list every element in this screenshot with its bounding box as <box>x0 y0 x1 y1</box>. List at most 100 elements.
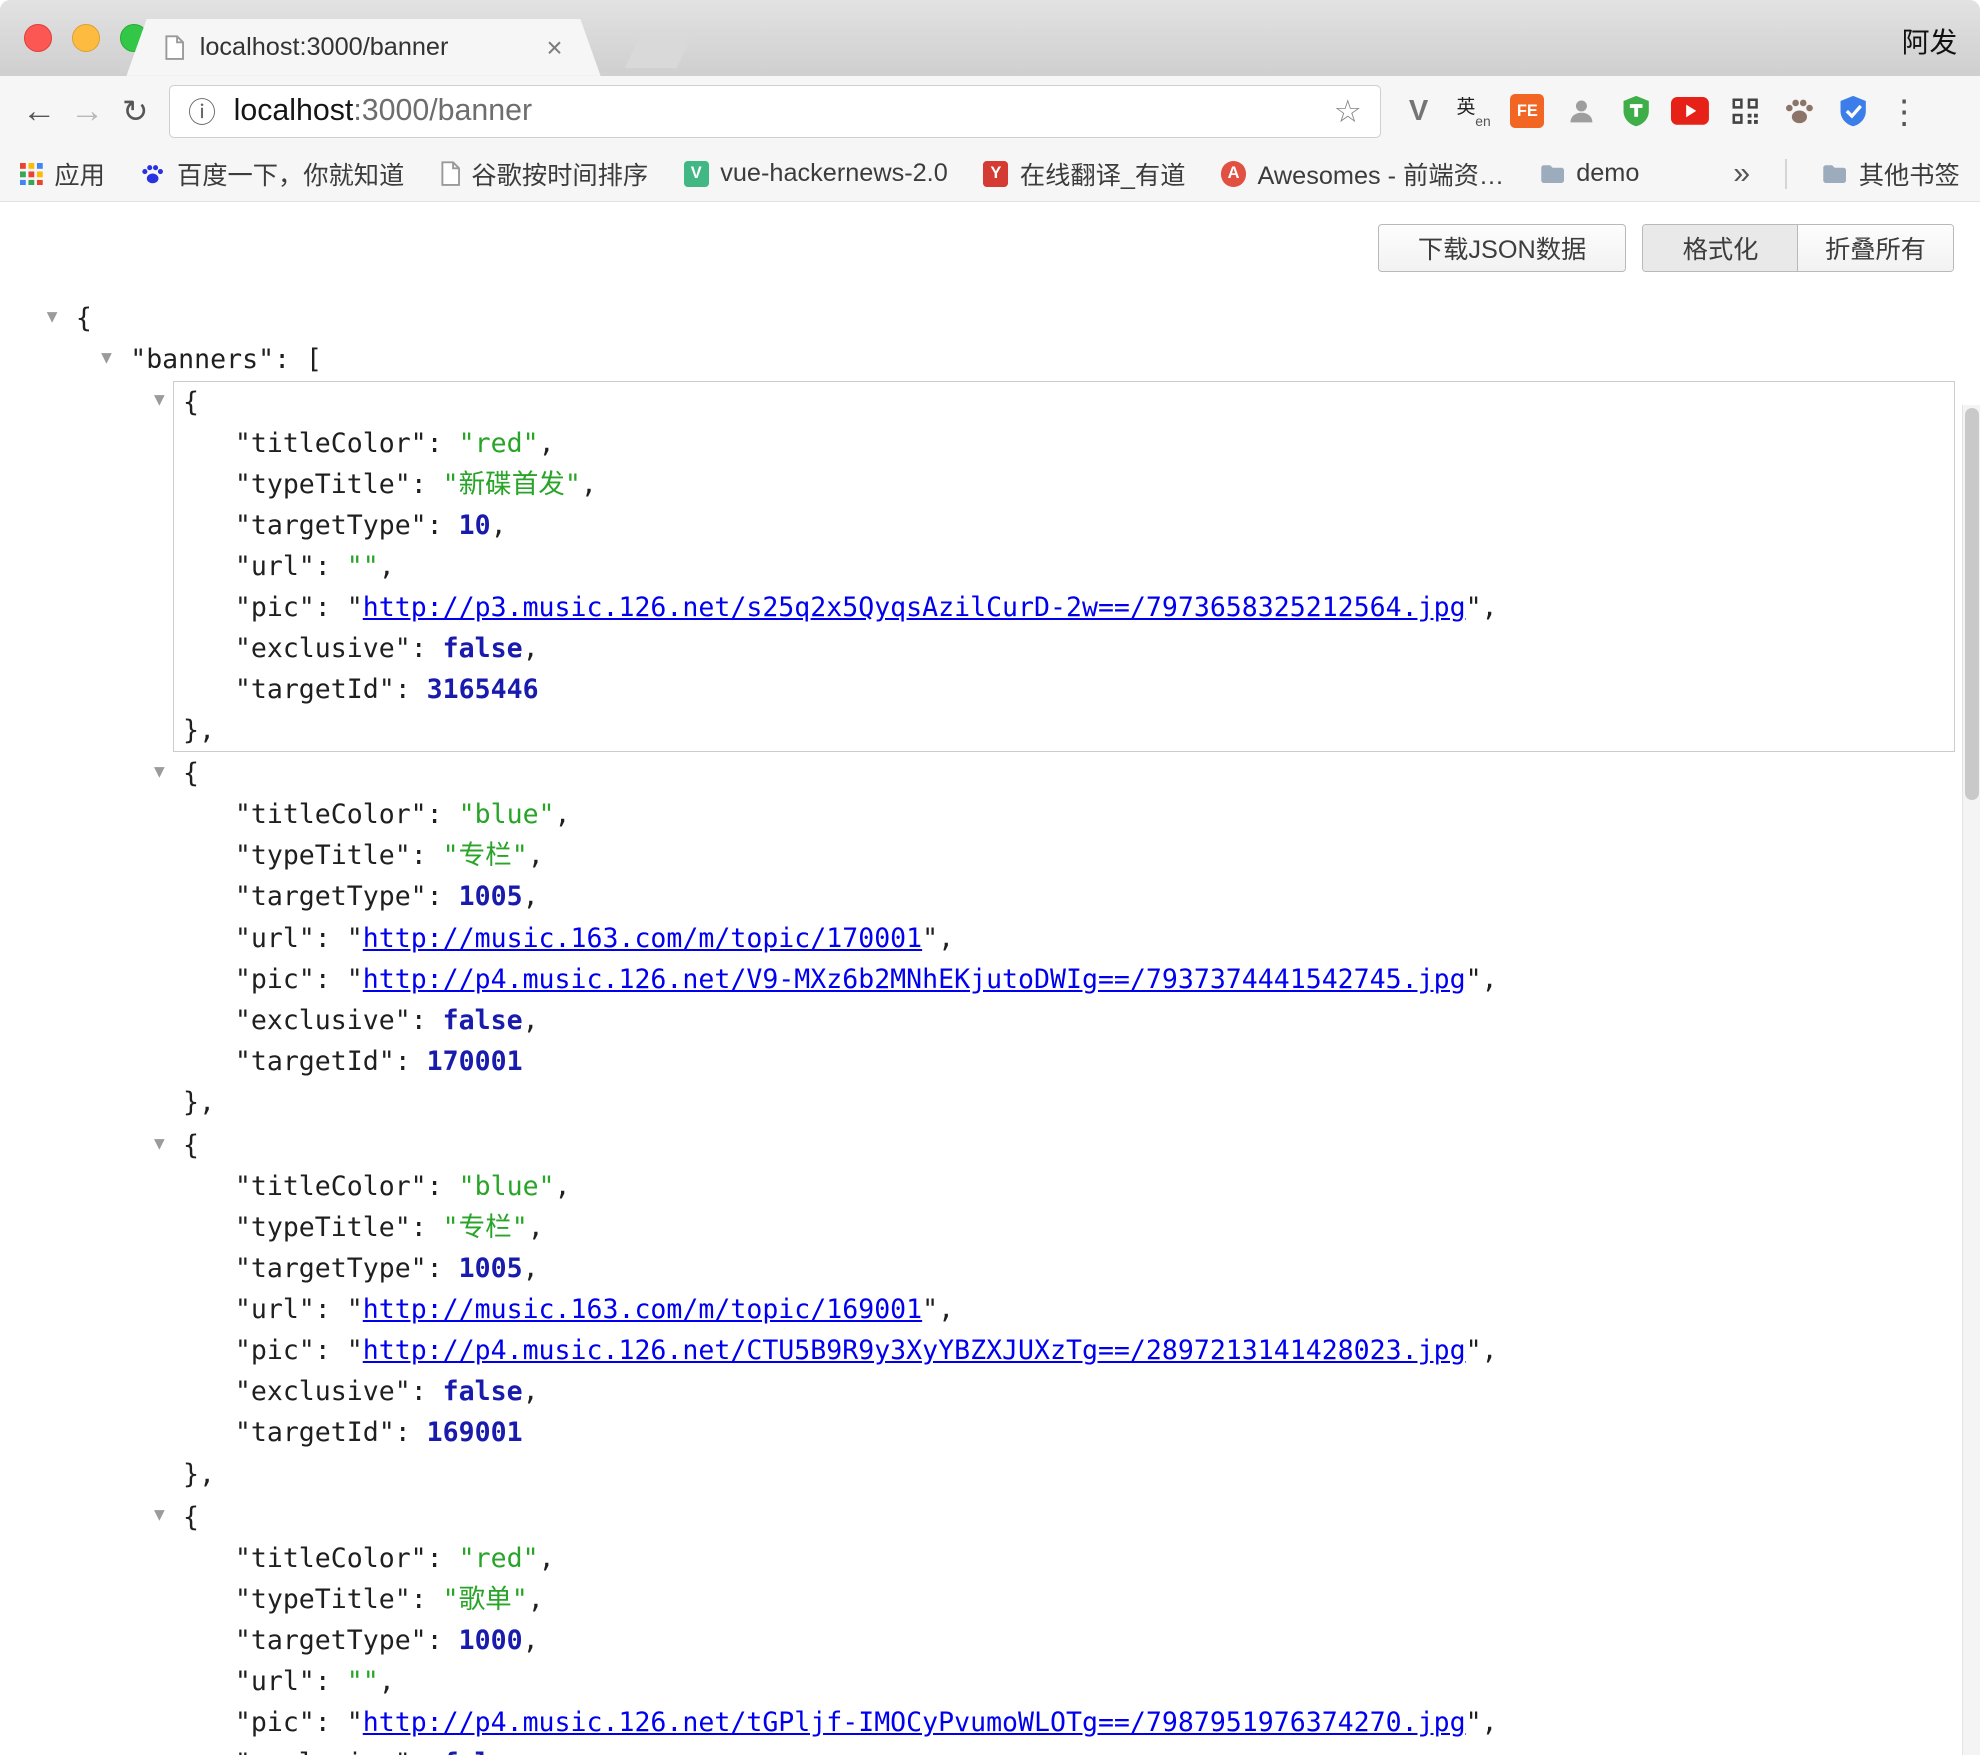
json-key: "banners" <box>130 344 274 375</box>
close-window-button[interactable] <box>24 24 52 52</box>
paw-extension-icon[interactable] <box>1779 91 1819 131</box>
translate-extension-icon[interactable]: 英en <box>1453 91 1493 131</box>
json-line-url: "url": "http://music.163.com/m/topic/170… <box>235 918 1954 959</box>
json-number-value: 1005 <box>459 1253 523 1284</box>
url-text[interactable]: localhost:3000/banner <box>234 94 532 128</box>
bookmark-baidu[interactable]: 百度一下，你就知道 <box>140 156 404 192</box>
bookmark-label: Awesomes - 前端资… <box>1258 156 1505 192</box>
json-line-pic: "pic": "http://p4.music.126.net/V9-MXz6b… <box>235 959 1954 1000</box>
collapse-toggle-icon[interactable]: ▼ <box>154 766 165 780</box>
json-line-titleColor: "titleColor": "blue", <box>235 794 1954 835</box>
json-line-typeTitle: "typeTitle": "新碟首发", <box>235 464 1954 505</box>
forward-button[interactable]: → <box>63 92 111 131</box>
browser-tab[interactable]: localhost:3000/banner × <box>126 19 600 76</box>
json-url-link[interactable]: http://music.163.com/m/topic/169001 <box>363 1294 922 1325</box>
json-url-link[interactable]: http://music.163.com/m/topic/170001 <box>363 923 922 954</box>
other-bookmarks-label: 其他书签 <box>1859 156 1960 192</box>
scrollbar-thumb[interactable] <box>1965 408 1979 800</box>
qr-code-extension-icon[interactable] <box>1725 91 1765 131</box>
minimize-window-button[interactable] <box>72 24 100 52</box>
json-string-value: "" <box>347 1666 379 1697</box>
profile-name[interactable]: 阿发 <box>1902 21 1958 61</box>
json-url-link[interactable]: http://p4.music.126.net/V9-MXz6b2MNhEKju… <box>363 964 1466 995</box>
close-tab-icon[interactable]: × <box>546 34 562 62</box>
format-button[interactable]: 格式化 <box>1643 225 1797 271</box>
fe-extension-icon[interactable]: FE <box>1507 91 1547 131</box>
back-button[interactable]: ← <box>15 92 63 131</box>
json-banners-key: ▼"banners": [ <box>130 339 1962 380</box>
person-extension-icon[interactable] <box>1561 91 1601 131</box>
json-object-banner-2: ▼{ "titleColor": "blue", "typeTitle": "专… <box>173 1124 1955 1496</box>
bookmark-awesomes[interactable]: AAwesomes - 前端资… <box>1221 156 1504 192</box>
bookmark-demo-folder[interactable]: demo <box>1540 159 1640 188</box>
green-shield-extension-icon[interactable] <box>1616 91 1656 131</box>
collapse-toggle-icon[interactable]: ▼ <box>47 311 58 325</box>
page-favicon-icon <box>164 35 184 60</box>
toolbar: ← → ↻ ⓘ localhost:3000/banner ☆ V 英en FE… <box>0 76 1980 147</box>
json-line-targetType: "targetType": 1005, <box>235 876 1954 917</box>
bookmark-label: 谷歌按时间排序 <box>471 156 648 192</box>
vertical-scrollbar[interactable] <box>1962 405 1980 1755</box>
url-host: localhost <box>234 94 354 127</box>
vimium-extension-icon[interactable]: V <box>1398 91 1438 131</box>
page-icon <box>440 161 460 186</box>
bookmark-youdao[interactable]: Y在线翻译_有道 <box>983 156 1185 192</box>
json-key: "url" <box>235 551 315 582</box>
bookmark-google-sort[interactable]: 谷歌按时间排序 <box>440 156 648 192</box>
youtube-extension-icon[interactable] <box>1670 91 1710 131</box>
collapse-toggle-icon[interactable]: ▼ <box>154 1138 165 1152</box>
json-key: "exclusive" <box>235 1005 411 1036</box>
json-object-banner-3: ▼{ "titleColor": "red", "typeTitle": "歌单… <box>173 1496 1955 1755</box>
json-number-value: 169001 <box>427 1417 523 1448</box>
json-url-link[interactable]: http://p4.music.126.net/CTU5B9R9y3XyYBZX… <box>363 1335 1466 1366</box>
youdao-icon: Y <box>983 161 1008 186</box>
json-string-value: "歌单" <box>443 1584 528 1615</box>
json-object-open: ▼{ <box>183 1125 1954 1166</box>
json-key: "exclusive" <box>235 633 411 664</box>
json-key: "targetType" <box>235 1625 427 1656</box>
json-key: "titleColor" <box>235 799 427 830</box>
collapse-toggle-icon[interactable]: ▼ <box>154 394 165 408</box>
bookmarks-bar: 应用 百度一下，你就知道 谷歌按时间排序 Vvue-hackernews-2.0… <box>0 147 1980 203</box>
bookmark-vue-hackernews[interactable]: Vvue-hackernews-2.0 <box>684 159 948 188</box>
json-boolean-value: false <box>443 1376 523 1407</box>
blue-shield-extension-icon[interactable] <box>1833 91 1873 131</box>
extension-icons: V 英en FE ⋮ <box>1398 91 1918 131</box>
json-key: "targetId" <box>235 1046 395 1077</box>
collapse-all-button[interactable]: 折叠所有 <box>1797 225 1952 271</box>
json-url-link[interactable]: http://p4.music.126.net/tGPljf-IMOCyPvum… <box>363 1707 1466 1738</box>
json-number-value: 170001 <box>427 1046 523 1077</box>
baidu-paw-icon <box>140 162 165 186</box>
bookmark-star-icon[interactable]: ☆ <box>1334 93 1362 130</box>
json-line-targetId: "targetId": 3165446 <box>235 669 1954 710</box>
json-line-exclusive: "exclusive": false, <box>235 1371 1954 1412</box>
json-boolean-value: false <box>443 1005 523 1036</box>
browser-menu-icon[interactable]: ⋮ <box>1888 92 1918 131</box>
download-json-button[interactable]: 下载JSON数据 <box>1378 224 1626 272</box>
reload-button[interactable]: ↻ <box>111 93 159 130</box>
bookmark-apps[interactable]: 应用 <box>20 156 105 192</box>
json-line-titleColor: "titleColor": "red", <box>235 1538 1954 1579</box>
json-boolean-value: false <box>443 633 523 664</box>
collapse-toggle-icon[interactable]: ▼ <box>154 1509 165 1523</box>
folder-icon <box>1540 164 1565 184</box>
json-object-close: }, <box>183 710 1954 751</box>
json-line-targetType: "targetType": 1005, <box>235 1248 1954 1289</box>
address-bar[interactable]: ⓘ localhost:3000/banner ☆ <box>169 85 1380 138</box>
json-key: "pic" <box>235 1707 315 1738</box>
new-tab-button[interactable] <box>625 34 693 68</box>
json-number-value: 1000 <box>459 1625 523 1656</box>
json-url-link[interactable]: http://p3.music.126.net/s25q2x5QyqsAzilC… <box>363 592 1466 623</box>
json-key: "targetId" <box>235 674 395 705</box>
json-line-pic: "pic": "http://p3.music.126.net/s25q2x5Q… <box>235 587 1954 628</box>
collapse-toggle-icon[interactable]: ▼ <box>101 352 112 366</box>
other-bookmarks-folder[interactable]: 其他书签 <box>1822 156 1960 192</box>
json-object-open: ▼{ <box>183 382 1954 423</box>
tab-title: localhost:3000/banner <box>200 33 547 62</box>
json-string-value: "red" <box>459 1543 539 1574</box>
json-line-targetId: "targetId": 169001 <box>235 1412 1954 1453</box>
json-line-typeTitle: "typeTitle": "专栏", <box>235 1207 1954 1248</box>
page-info-icon[interactable]: ⓘ <box>188 91 216 131</box>
bookmark-label: vue-hackernews-2.0 <box>720 159 948 188</box>
bookmarks-overflow-chevron[interactable]: » <box>1733 157 1750 191</box>
